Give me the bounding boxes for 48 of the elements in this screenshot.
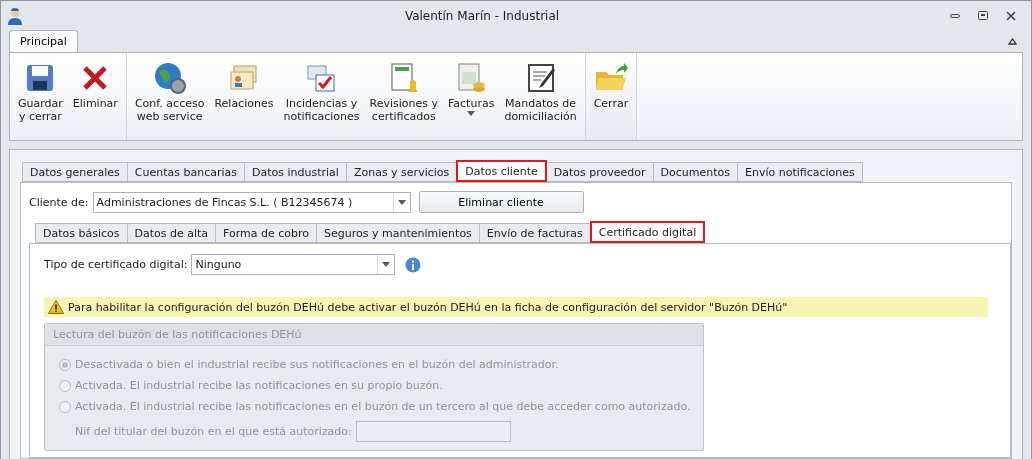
- envelope-check-icon: [305, 62, 338, 94]
- user-icon: [7, 6, 23, 25]
- collapse-icon[interactable]: [1008, 38, 1017, 45]
- tab[interactable]: Forma de cobro: [215, 223, 318, 243]
- radio-label: Activada. El industrial recibe las notificaciones en el buzón de un tercero al que debe acceder como autorizado.: [75, 400, 691, 413]
- tab[interactable]: Zonas y servicios: [345, 162, 458, 182]
- ribbon-button[interactable]: Facturas: [444, 55, 499, 138]
- tab[interactable]: Seguros y mantenimientos: [316, 223, 480, 243]
- warning-message: Para habilitar la configuración del buzón DEHú debe activar el buzón DEHú en la ficha de configuración del servidor "Buzón DEHú": [68, 300, 788, 314]
- ribbon-button[interactable]: Eliminar: [68, 55, 122, 138]
- ribbon-button[interactable]: Mandatos de domiciliación: [500, 55, 581, 138]
- warning-icon: [48, 300, 64, 314]
- tab[interactable]: Datos básicos: [35, 223, 128, 243]
- client-dropdown[interactable]: Administraciones de Fincas S.L. ( B12345674 ): [92, 191, 411, 213]
- tab[interactable]: Datos cliente: [456, 160, 547, 182]
- group-title: Lectura del buzón de las notificaciones DEHú: [45, 324, 703, 346]
- ribbon-button[interactable]: Guardar y cerrar: [14, 55, 67, 138]
- globe-gear-icon: [152, 61, 187, 95]
- tab[interactable]: Datos industrial: [244, 162, 347, 182]
- dropdown-arrow-icon: [467, 111, 476, 116]
- ribbon-button[interactable]: Relaciones: [210, 55, 278, 138]
- field-label: Tipo de certificado digital:: [44, 258, 188, 271]
- dropdown-arrow-icon: [397, 199, 406, 205]
- tab[interactable]: Envío de facturas: [478, 223, 591, 243]
- field-label: Cliente de:: [29, 195, 89, 209]
- delete-client-button[interactable]: Eliminar cliente: [418, 191, 584, 213]
- tab[interactable]: Datos de alta: [126, 223, 217, 243]
- radio-label: Desactivada o bien el industrial recibe sus notificaciones en el buzón del administrador.: [75, 358, 559, 371]
- ribbon-button[interactable]: Incidencias y notificaciones: [279, 55, 364, 138]
- invoice-coins-icon: [455, 62, 488, 94]
- dropdown-arrow-icon: [382, 262, 391, 267]
- radio-label: Activada. El industrial recibe las notificaciones en su propio buzón.: [75, 379, 443, 392]
- tab[interactable]: Datos proveedor: [545, 162, 654, 182]
- certificate-type-dropdown[interactable]: Ninguno: [191, 254, 396, 275]
- ribbon-tab[interactable]: Principal: [9, 30, 78, 52]
- window-title: Valentín Marín - Industrial: [403, 8, 561, 23]
- ribbon-button[interactable]: Conf. acceso web service: [130, 55, 209, 138]
- tab[interactable]: Documentos: [652, 162, 738, 182]
- minimize-icon: [950, 13, 960, 18]
- tab[interactable]: Envío notificaciones: [736, 162, 863, 182]
- tab[interactable]: Cuentas bancarias: [126, 162, 245, 182]
- ribbon-button[interactable]: Revisiones y certificados: [365, 55, 442, 138]
- tab[interactable]: Datos generales: [22, 162, 128, 182]
- tab[interactable]: Certificado digital: [589, 221, 706, 243]
- field-label: Nif del titular del buzón en el que está autorizado:: [75, 425, 352, 438]
- close-icon: [1006, 10, 1016, 21]
- restore-icon: [978, 11, 988, 20]
- info-icon[interactable]: [405, 256, 422, 273]
